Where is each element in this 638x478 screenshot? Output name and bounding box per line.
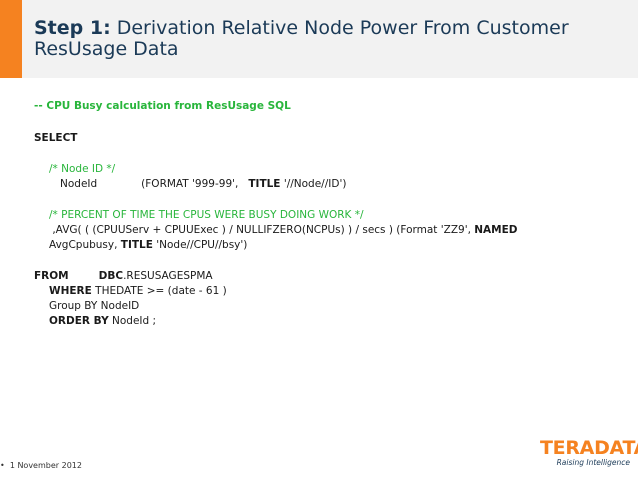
from-line: FROM DBC.RESUSAGESPMA (34, 269, 213, 283)
percent-comment: /* PERCENT OF TIME THE CPUS WERE BUSY DO… (49, 209, 364, 221)
avg-line-2: AvgCpubusy, TITLE 'Node//CPU//bsy') (49, 238, 247, 252)
node-id-field: NodeId (60, 178, 98, 190)
node-title-value: '//Node//ID') (280, 178, 347, 190)
title-step: Step 1: (34, 17, 111, 39)
avg-expression: ,AVG( ( (CPUUServ + CPUUExec ) / NULLIFZ… (52, 224, 471, 236)
where-keyword: WHERE (49, 285, 92, 297)
order-by-keyword: ORDER BY (49, 315, 109, 327)
logo-tagline: Raising Intelligence (556, 458, 630, 467)
avg-title-value: 'Node//CPU//bsy') (152, 239, 248, 251)
where-condition: THEDATE >= (date - 61 ) (91, 285, 227, 297)
sql-comment-header: -- CPU Busy calculation from ResUsage SQ… (34, 100, 291, 112)
order-by-field: NodeId ; (108, 315, 157, 327)
dbc-keyword: DBC (98, 270, 124, 282)
avg-line-1: ,AVG( ( (CPUUServ + CPUUExec ) / NULLIFZ… (49, 223, 518, 237)
select-keyword: SELECT (34, 132, 78, 144)
title-line1: Derivation Relative Node Power From Cust… (110, 17, 569, 39)
node-id-comment: /* Node ID */ (49, 163, 116, 175)
footer-bullet: • (0, 461, 5, 470)
order-by-line: ORDER BY NodeId ; (49, 314, 156, 328)
avg-alias: AvgCpubusy, (49, 239, 118, 251)
named-keyword: NAMED (474, 224, 518, 236)
slide-title: Step 1: Derivation Relative Node Power F… (34, 18, 614, 60)
node-id-format: (FORMAT '999-99', (141, 178, 239, 190)
node-title-keyword: TITLE (248, 178, 281, 190)
footer: • 1 November 2012 (0, 461, 82, 470)
where-line: WHERE THEDATE >= (date - 61 ) (49, 284, 227, 298)
teradata-logo: TERADATA Raising Intelligence (540, 437, 638, 472)
from-table: .RESUSAGESPMA (123, 270, 213, 282)
avg-title-keyword: TITLE (120, 239, 153, 251)
node-id-line: NodeId (FORMAT '999-99', TITLE '//Node//I… (60, 177, 346, 191)
accent-bar (0, 0, 22, 78)
logo-brand: TERADATA (540, 437, 638, 459)
group-by-line: Group BY NodeID (49, 300, 140, 312)
from-keyword: FROM (34, 270, 69, 282)
footer-date: 1 November 2012 (9, 461, 82, 470)
title-line2: ResUsage Data (34, 38, 179, 60)
